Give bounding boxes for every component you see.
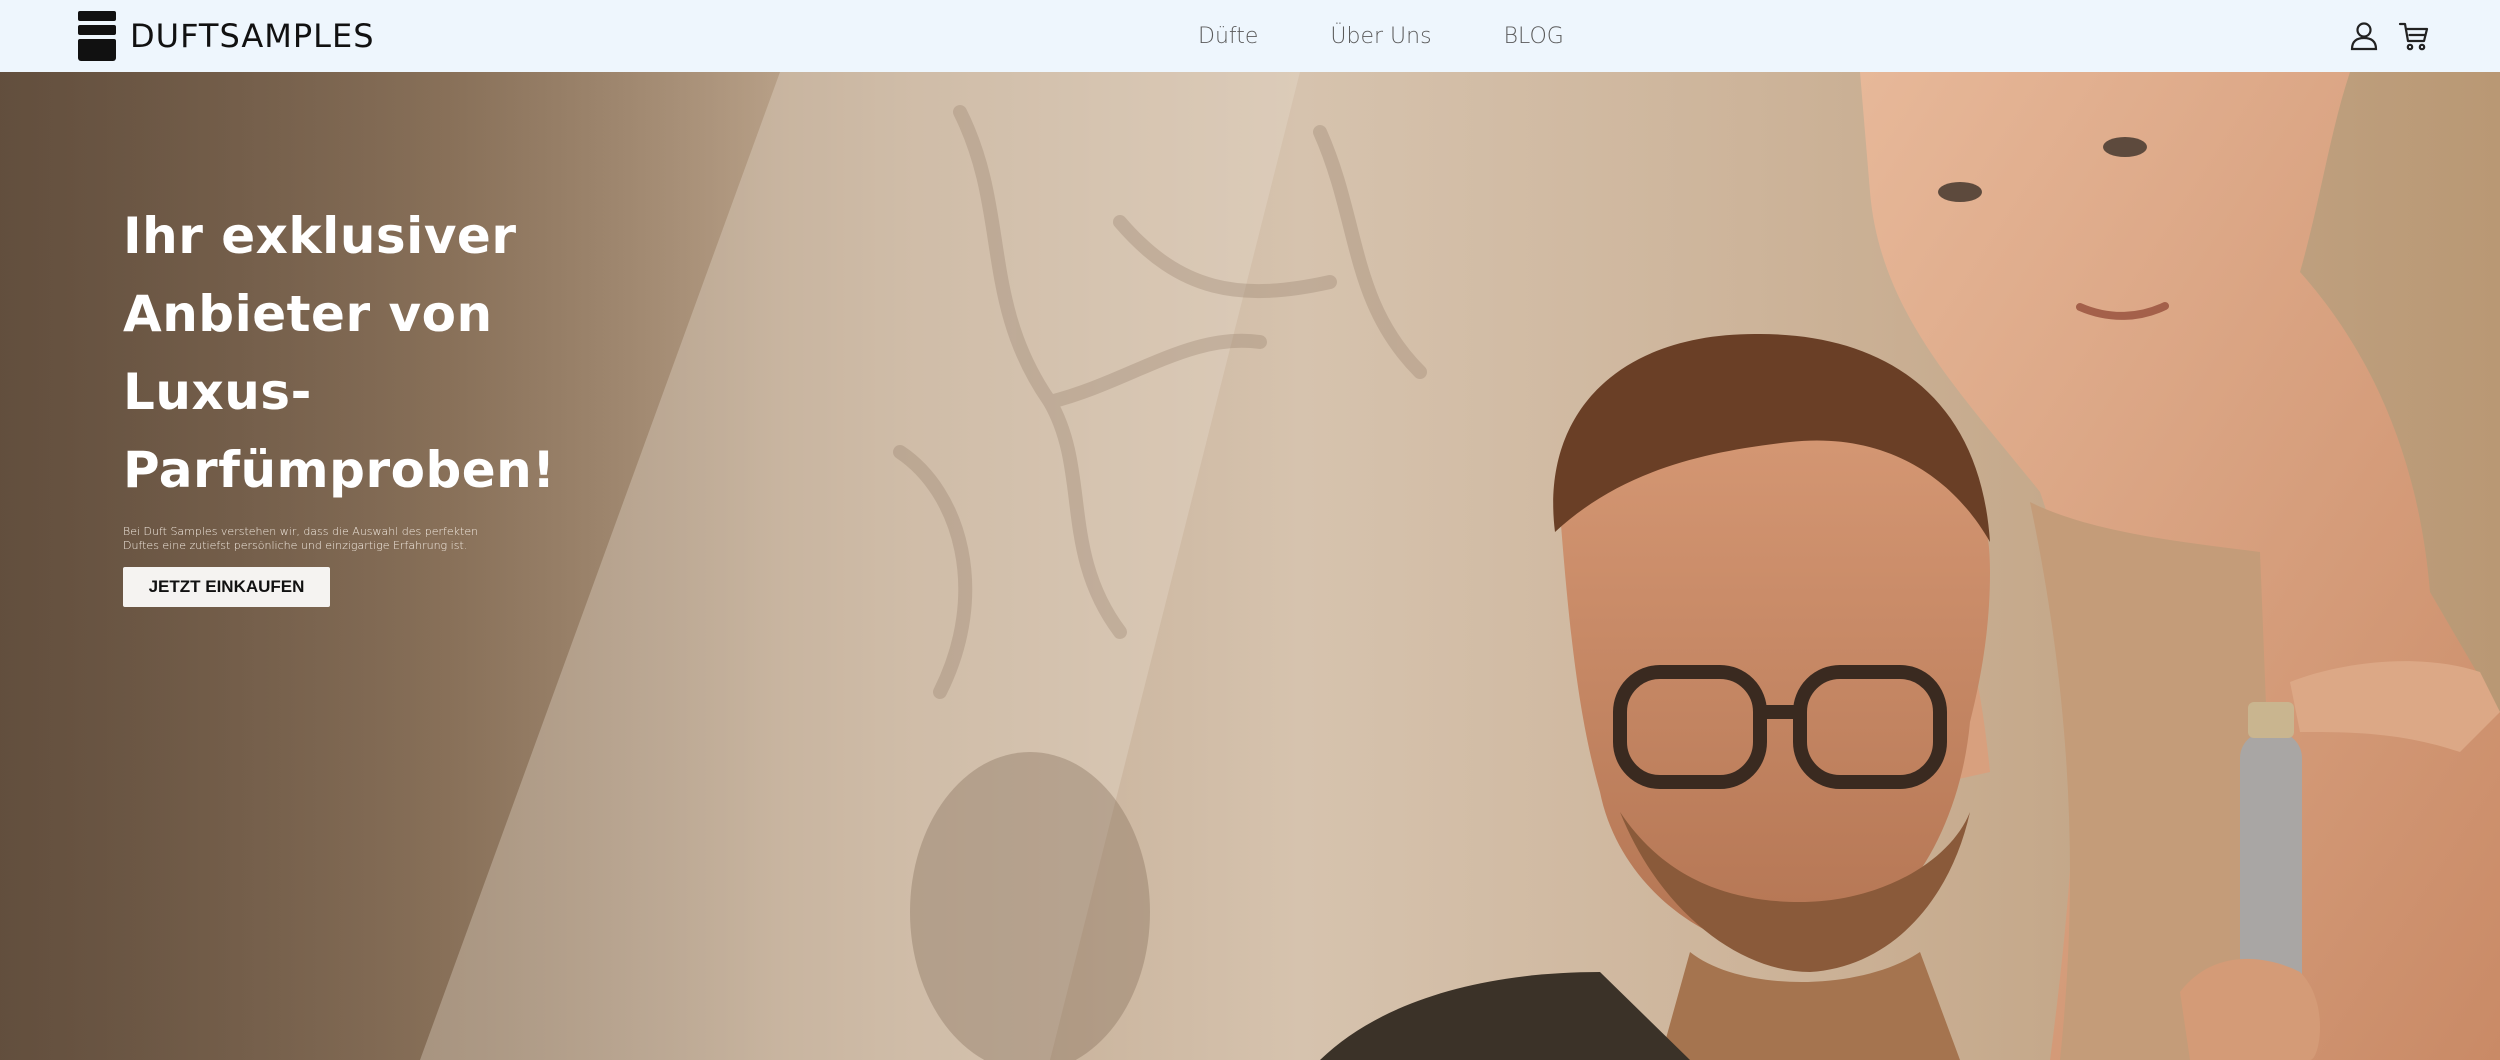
hero-banner: Ihr exklusiver Anbieter von Luxus- Parfü…: [0, 72, 2500, 1060]
nav-item-duefte[interactable]: Düfte: [1198, 24, 1258, 49]
nav-item-blog[interactable]: BLOG: [1504, 24, 1564, 49]
hero-content: Ihr exklusiver Anbieter von Luxus- Parfü…: [123, 197, 683, 607]
hero-title-line: Luxus-: [123, 363, 312, 421]
nav-item-ueber-uns[interactable]: Über Uns: [1330, 24, 1431, 49]
hero-title-line: Ihr exklusiver: [123, 207, 517, 265]
site-header: DUFTSAMPLES Düfte Über Uns BLOG: [0, 0, 2500, 72]
logo-text: DUFTSAMPLES: [130, 17, 375, 55]
logo-link[interactable]: DUFTSAMPLES: [78, 11, 375, 61]
header-actions: [2348, 0, 2430, 72]
logo-icon: [78, 11, 116, 61]
hero-description-line: Bei Duft Samples verstehen wir, dass die…: [123, 525, 479, 538]
hero-title: Ihr exklusiver Anbieter von Luxus- Parfü…: [123, 197, 683, 509]
user-icon[interactable]: [2348, 20, 2380, 52]
cart-icon[interactable]: [2398, 20, 2430, 52]
hero-description: Bei Duft Samples verstehen wir, dass die…: [123, 525, 503, 553]
shop-now-button[interactable]: JETZT EINKAUFEN: [123, 567, 330, 607]
hero-title-line: Anbieter von: [123, 285, 493, 343]
hero-title-line: Parfümproben!: [123, 441, 556, 499]
hero-description-line: Duftes eine zutiefst persönliche und ein…: [123, 539, 468, 552]
main-nav: Düfte Über Uns BLOG: [1198, 0, 1564, 72]
